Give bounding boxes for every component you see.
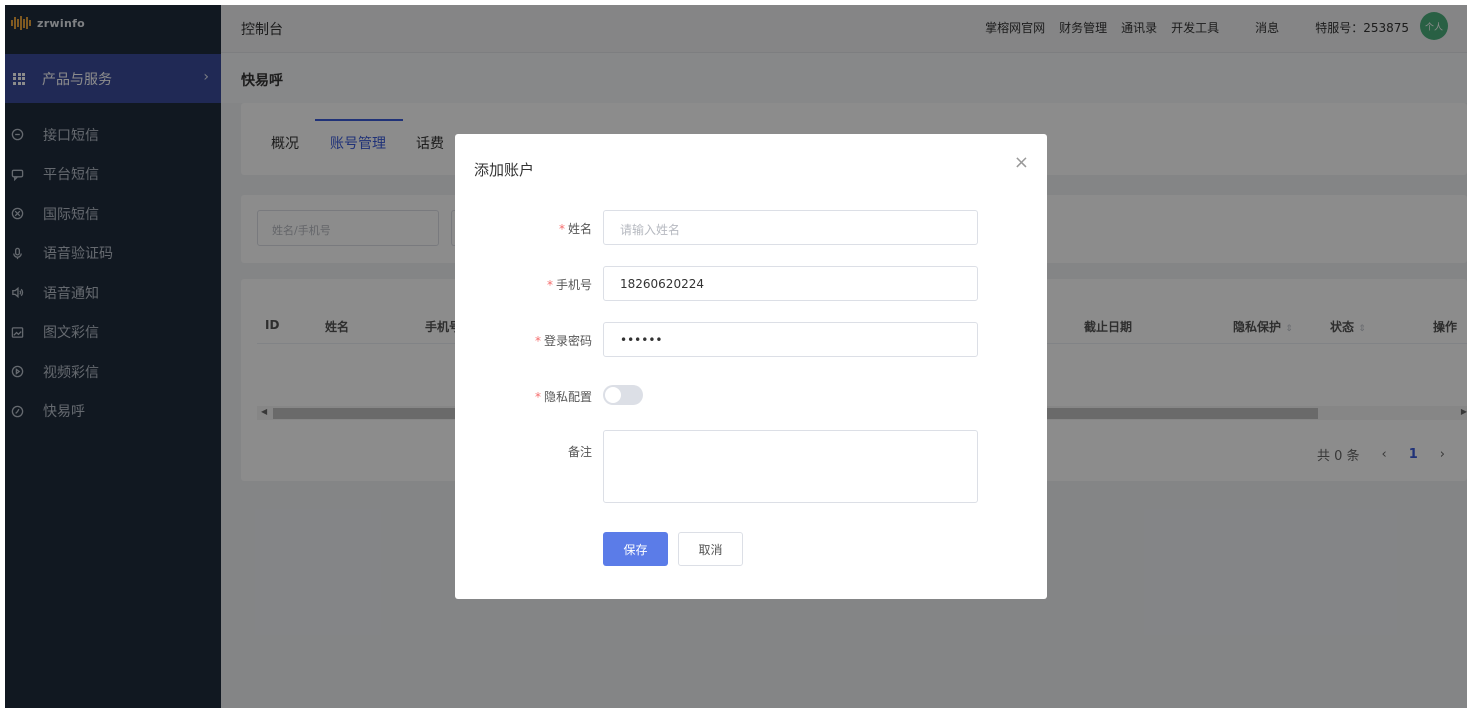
toggle-knob	[605, 387, 621, 403]
name-label-text: 姓名	[567, 222, 592, 236]
app-frame: zrwinfo 产品与服务 › 接口短信 平台短信 国际短信 语音验证码 语音通…	[5, 5, 1467, 708]
close-icon[interactable]: ×	[1014, 154, 1029, 172]
dialog-title: 添加账户	[474, 161, 535, 179]
cancel-button[interactable]: 取消	[678, 532, 743, 566]
password-label: * 登录密码	[534, 334, 592, 348]
remark-textarea[interactable]	[603, 430, 978, 503]
remark-label: 备注	[567, 445, 592, 459]
add-account-dialog: 添加账户 × * 姓名 请输入姓名 * 手机号 18260620224 * 登录密码 …	[455, 134, 1047, 599]
phone-label-text: 手机号	[555, 278, 592, 292]
save-button[interactable]: 保存	[603, 532, 668, 566]
password-label-text: 登录密码	[543, 334, 592, 348]
privacy-label-text: 隐私配置	[543, 390, 592, 404]
phone-label: * 手机号	[546, 278, 592, 292]
password-input[interactable]: ••••••	[603, 322, 978, 357]
phone-input[interactable]: 18260620224	[603, 266, 978, 301]
name-label: * 姓名	[558, 222, 592, 236]
privacy-label: * 隐私配置	[534, 390, 592, 404]
privacy-toggle[interactable]	[603, 385, 643, 405]
name-input[interactable]: 请输入姓名	[603, 210, 978, 245]
